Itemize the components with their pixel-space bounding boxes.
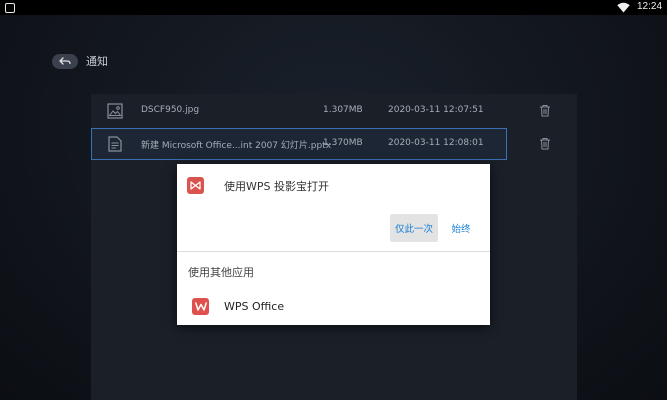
file-row-selected[interactable]: 新建 Microsoft Office...int 2007 幻灯片.pptx … [91, 128, 577, 160]
page-title: 通知 [86, 55, 108, 68]
file-date: 2020-03-11 12:07:51 [388, 105, 484, 115]
file-name: 新建 Microsoft Office...int 2007 幻灯片.pptx [141, 141, 332, 151]
app-name: WPS Office [224, 300, 285, 313]
file-date: 2020-03-11 12:08:01 [388, 138, 484, 148]
trash-icon[interactable] [539, 104, 551, 117]
app-option-wps-office[interactable]: WPS Office [177, 292, 490, 322]
header: 通知 [52, 53, 108, 69]
file-row[interactable]: DSCF950.jpg 1.307MB 2020-03-11 12:07:51 [91, 95, 577, 127]
divider [177, 251, 490, 252]
recent-apps-icon [5, 3, 15, 13]
other-apps-heading: 使用其他应用 [188, 266, 254, 279]
open-with-dialog: 使用WPS 投影宝打开 仅此一次 始终 使用其他应用 WPS Office [177, 164, 490, 325]
wps-w-icon [194, 302, 207, 311]
wps-office-icon [192, 298, 209, 315]
file-size: 1.370MB [323, 138, 363, 148]
clock: 12:24 [637, 1, 663, 12]
file-name: DSCF950.jpg [141, 105, 200, 115]
bowtie-icon [190, 181, 201, 190]
status-bar: 12:24 [0, 0, 667, 15]
dialog-title: 使用WPS 投影宝打开 [224, 180, 329, 193]
just-once-button[interactable]: 仅此一次 [390, 214, 438, 242]
always-button[interactable]: 始终 [446, 214, 476, 242]
back-button[interactable] [52, 53, 78, 69]
image-file-icon [107, 103, 123, 119]
default-app-section: 使用WPS 投影宝打开 仅此一次 始终 [177, 164, 490, 251]
back-arrow-icon [59, 56, 71, 65]
wifi-icon [617, 2, 630, 13]
document-file-icon [108, 136, 122, 152]
wps-projection-app-icon [187, 177, 204, 194]
file-size: 1.307MB [323, 105, 363, 115]
trash-icon[interactable] [539, 137, 551, 150]
